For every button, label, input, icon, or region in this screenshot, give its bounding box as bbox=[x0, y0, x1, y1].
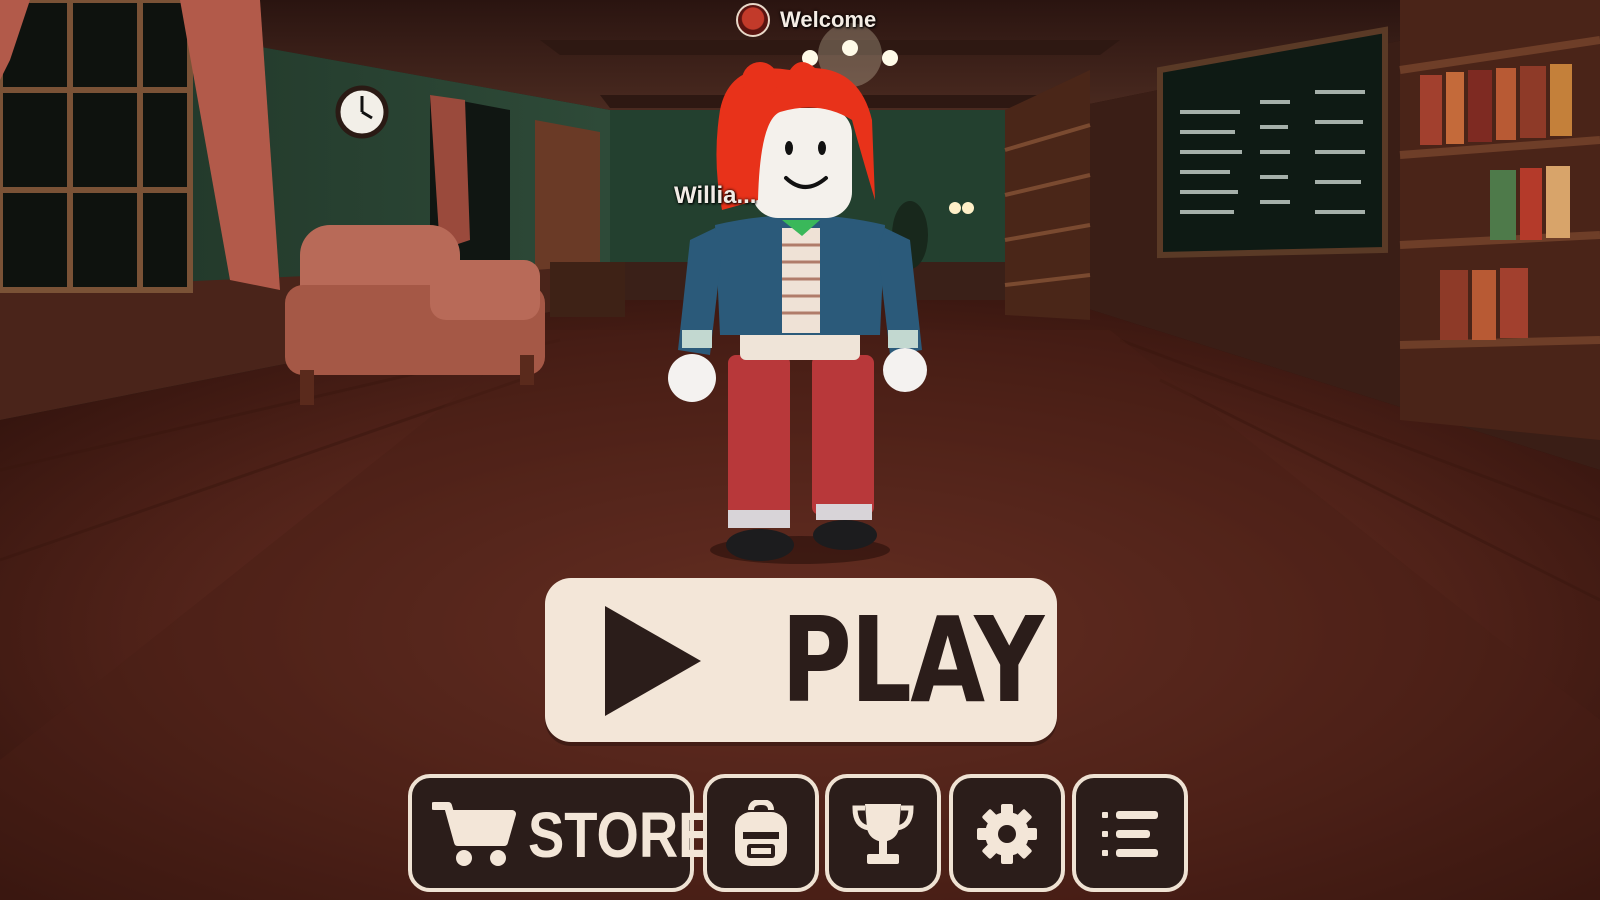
lobby-scene bbox=[0, 0, 1600, 900]
trophy-icon bbox=[852, 804, 914, 864]
shopping-cart-icon bbox=[432, 802, 516, 866]
welcome-indicator: Welcome bbox=[736, 2, 876, 38]
settings-button[interactable] bbox=[949, 774, 1065, 892]
menu-button[interactable] bbox=[1072, 774, 1188, 892]
gear-icon bbox=[977, 804, 1037, 864]
welcome-label: Welcome bbox=[780, 7, 877, 32]
inventory-button[interactable] bbox=[703, 774, 819, 892]
leaderboard-button[interactable] bbox=[825, 774, 941, 892]
play-label: PLAY bbox=[781, 591, 1044, 729]
play-icon bbox=[605, 606, 701, 716]
list-menu-icon bbox=[1102, 811, 1158, 857]
play-button[interactable]: PLAY bbox=[545, 578, 1057, 742]
badge-icon bbox=[736, 3, 770, 37]
player-name-tag: Willia... bbox=[674, 182, 757, 209]
store-label: STORE bbox=[528, 799, 715, 871]
backpack-icon bbox=[735, 800, 787, 866]
store-button[interactable]: STORE bbox=[408, 774, 714, 892]
